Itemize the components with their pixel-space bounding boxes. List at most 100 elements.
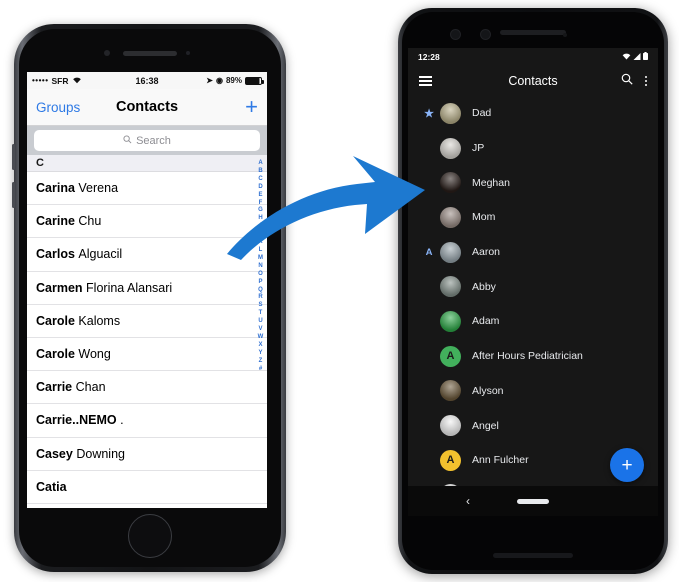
ios-contact-list[interactable]: Carina Verena Carine Chu Carlos Alguacil Carme…: [27, 172, 267, 504]
contact-first-name: Carole: [36, 347, 75, 362]
iphone-volume-up-button[interactable]: [12, 144, 15, 170]
contact-last-name: Downing: [76, 446, 125, 461]
search-input[interactable]: Search: [34, 130, 260, 151]
index-letter[interactable]: E: [258, 192, 262, 200]
ios-contact-row[interactable]: Casey Downing: [27, 438, 267, 471]
index-letter[interactable]: Y: [258, 350, 262, 358]
back-button-icon[interactable]: ‹: [466, 494, 470, 508]
index-letter[interactable]: P: [258, 279, 262, 287]
ios-contact-row[interactable]: Carmen Florina Alansari: [27, 272, 267, 305]
index-letter[interactable]: G: [258, 207, 263, 215]
index-letter[interactable]: J: [259, 231, 262, 239]
contact-first-name: Catia: [36, 479, 67, 494]
android-contact-row[interactable]: Meghan: [408, 165, 658, 200]
contact-first-name: Carmen: [36, 280, 83, 295]
ios-status-bar: ••••• SFR 16:38 ➤ ◉ 89%: [27, 72, 267, 89]
home-button[interactable]: [128, 514, 172, 558]
contact-last-name: Chu: [78, 214, 102, 229]
contact-name: JP: [472, 142, 485, 155]
front-camera-icon: [450, 29, 461, 40]
battery-icon: [643, 52, 648, 62]
android-contact-row[interactable]: Mom: [408, 200, 658, 235]
index-letter[interactable]: F: [259, 200, 263, 208]
android-contact-row[interactable]: A After Hours Pediatrician: [408, 339, 658, 374]
index-letter[interactable]: M: [258, 255, 263, 263]
android-status-bar: 12:28: [408, 48, 658, 66]
android-contact-row[interactable]: A Aaron: [408, 235, 658, 270]
contact-first-name: Carole: [36, 313, 75, 328]
avatar: [440, 380, 461, 402]
contact-name: Aaron: [472, 246, 501, 259]
index-letter[interactable]: D: [258, 184, 262, 192]
front-camera-icon: [104, 50, 110, 56]
section-header-c: C: [27, 155, 267, 172]
ios-contact-row[interactable]: Carina Verena: [27, 172, 267, 206]
wifi-icon: [622, 52, 631, 62]
earpiece-speaker: [500, 30, 566, 35]
ios-navigation-bar: Groups Contacts +: [27, 89, 267, 126]
ios-contact-row[interactable]: Carrie Chan: [27, 371, 267, 405]
index-letter[interactable]: I: [260, 223, 262, 231]
home-pill-icon[interactable]: [517, 498, 549, 504]
index-letter[interactable]: Q: [258, 287, 263, 295]
page-title: Contacts: [115, 99, 179, 115]
search-icon[interactable]: [621, 72, 633, 90]
search-placeholder: Search: [136, 134, 171, 147]
bottom-speaker-grille: [493, 553, 573, 558]
ios-contact-row[interactable]: Carlos Alguacil: [27, 238, 267, 272]
android-contact-row[interactable]: Abby: [408, 269, 658, 304]
index-letter[interactable]: B: [258, 168, 262, 176]
contact-name: Abby: [472, 280, 496, 293]
index-letter[interactable]: U: [258, 318, 262, 326]
index-letter[interactable]: #: [259, 366, 262, 374]
contact-last-name: Wong: [78, 347, 111, 362]
contact-name: Ann Fulcher: [472, 454, 529, 467]
contact-first-name: Carrie: [36, 380, 73, 395]
iphone-device: ••••• SFR 16:38 ➤ ◉ 89% Groups Contacts …: [12, 24, 286, 572]
contact-name: Dad: [472, 107, 492, 120]
index-letter[interactable]: C: [258, 176, 262, 184]
ios-status-right: ➤ ◉ 89%: [206, 76, 264, 85]
index-letter[interactable]: T: [259, 310, 263, 318]
kebab-menu-icon[interactable]: [644, 76, 647, 86]
contact-first-name: Carrie..NEMO: [36, 413, 117, 428]
contact-name: Mom: [472, 211, 496, 224]
contact-name: Meghan: [472, 176, 510, 189]
index-letter[interactable]: N: [258, 263, 262, 271]
ios-contact-row[interactable]: Carine Chu: [27, 205, 267, 239]
android-screen: 12:28 Contacts ★ Dad JP Meghan Mom A Aar…: [408, 48, 658, 516]
index-letter[interactable]: O: [258, 271, 263, 279]
contact-last-name: Kaloms: [78, 313, 121, 328]
android-contact-row[interactable]: JP: [408, 131, 658, 166]
add-contact-button[interactable]: +: [245, 96, 258, 118]
contact-first-name: Carina: [36, 181, 75, 196]
ios-contact-row[interactable]: Carrie..NEMO.: [27, 404, 267, 438]
index-letter[interactable]: V: [258, 326, 262, 334]
avatar: [440, 310, 461, 332]
index-letter[interactable]: Z: [259, 358, 263, 366]
ios-contact-row[interactable]: Carole Kaloms: [27, 305, 267, 338]
search-icon: [123, 134, 132, 147]
index-letter[interactable]: L: [259, 247, 263, 255]
front-camera-secondary-icon: [480, 29, 491, 40]
avatar: [440, 241, 461, 263]
ios-contact-row[interactable]: Catia: [27, 471, 267, 504]
index-letter[interactable]: H: [258, 215, 262, 223]
index-letter[interactable]: S: [258, 302, 262, 310]
index-letter[interactable]: A: [258, 160, 262, 168]
contact-name: Angel: [472, 419, 499, 432]
index-letter[interactable]: K: [258, 239, 262, 247]
android-contact-row[interactable]: ★ Dad: [408, 96, 658, 131]
alphabet-index-scrubber[interactable]: A B C D E F G H I J K L M N O P Q R S T U V W X Y Z #: [255, 160, 266, 373]
index-letter[interactable]: X: [258, 342, 262, 350]
iphone-volume-down-button[interactable]: [12, 182, 15, 208]
android-contact-row[interactable]: Adam: [408, 304, 658, 339]
android-contact-row[interactable]: Alyson: [408, 374, 658, 409]
index-letter[interactable]: R: [258, 294, 262, 302]
android-device: 12:28 Contacts ★ Dad JP Meghan Mom A Aar…: [398, 8, 668, 574]
search-bar-container: Search: [27, 126, 267, 155]
android-contact-row[interactable]: Angel: [408, 408, 658, 443]
ios-contact-row[interactable]: Carole Wong: [27, 338, 267, 372]
add-contact-fab[interactable]: +: [610, 448, 644, 482]
index-letter[interactable]: W: [258, 334, 264, 342]
